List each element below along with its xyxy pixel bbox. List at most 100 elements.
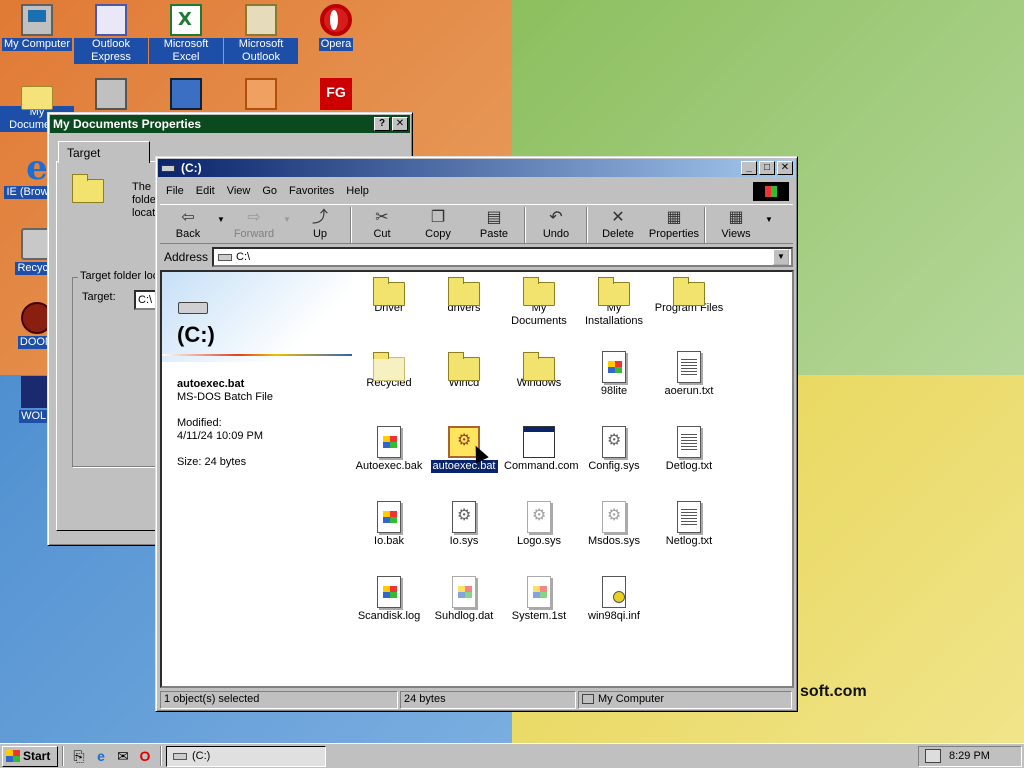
file-label: Command.com bbox=[504, 460, 579, 472]
target-group-title: Target folder loc bbox=[78, 270, 161, 282]
hard-drive-icon bbox=[178, 302, 208, 314]
views-button[interactable]: ▦ Views bbox=[708, 205, 764, 241]
quicklaunch-ie-icon[interactable]: e bbox=[92, 747, 110, 765]
explorer-titlebar[interactable]: (C:) _ □ ✕ bbox=[158, 159, 795, 177]
delete-button[interactable]: ✕ Delete bbox=[590, 205, 646, 241]
desktop-icon-shortcut[interactable] bbox=[149, 78, 223, 112]
undo-button[interactable]: ↶ Undo bbox=[528, 205, 584, 241]
file-item[interactable]: Io.sys bbox=[427, 501, 501, 548]
windows-file-icon bbox=[527, 576, 551, 608]
file-item[interactable]: Io.bak bbox=[352, 501, 426, 548]
quicklaunch-outlook-icon[interactable]: ✉ bbox=[114, 747, 132, 765]
file-item[interactable]: Autoexec.bak bbox=[352, 426, 426, 473]
copy-button[interactable]: ❐ Copy bbox=[410, 205, 466, 241]
back-button[interactable]: ⇦ Back bbox=[160, 205, 216, 241]
explorer-window[interactable]: (C:) _ □ ✕ File Edit View Go Favorites H… bbox=[155, 156, 798, 712]
properties-button[interactable]: ▦ Properties bbox=[646, 205, 702, 241]
address-bar: Address C:\ ▼ bbox=[160, 246, 793, 268]
forward-button[interactable]: ⇨ Forward bbox=[226, 205, 282, 241]
menu-favorites[interactable]: Favorites bbox=[283, 185, 340, 197]
file-item[interactable]: Scandisk.log bbox=[352, 576, 426, 623]
file-item[interactable]: My Documents bbox=[502, 276, 576, 328]
menu-edit[interactable]: Edit bbox=[190, 185, 221, 197]
windows-file-icon bbox=[377, 501, 401, 533]
minimize-button[interactable]: _ bbox=[741, 161, 757, 175]
desktop-icon-excel[interactable]: Microsoft Excel bbox=[149, 4, 223, 64]
windows-file-icon bbox=[377, 576, 401, 608]
taskbar-separator bbox=[62, 746, 64, 766]
file-item[interactable]: My Installations bbox=[577, 276, 651, 328]
address-input[interactable]: C:\ ▼ bbox=[212, 247, 793, 267]
file-item[interactable]: Detlog.txt bbox=[652, 426, 726, 473]
file-item[interactable]: 98lite bbox=[577, 351, 651, 398]
file-item[interactable]: Command.com bbox=[502, 426, 579, 473]
back-dropdown-icon[interactable]: ▼ bbox=[216, 205, 226, 224]
cut-button[interactable]: ✂ Cut bbox=[354, 205, 410, 241]
delete-x-icon: ✕ bbox=[611, 207, 625, 226]
file-item[interactable]: Driver bbox=[352, 276, 426, 315]
file-item[interactable]: System.1st bbox=[502, 576, 576, 623]
folder-icon bbox=[523, 352, 555, 381]
file-item[interactable]: Netlog.txt bbox=[652, 501, 726, 548]
clock[interactable]: 8:29 PM bbox=[949, 750, 990, 762]
file-label: 98lite bbox=[600, 385, 628, 397]
tray-network-icon[interactable] bbox=[925, 749, 941, 763]
desktop-icon-opera[interactable]: Opera bbox=[299, 4, 373, 51]
file-item[interactable]: Recycled bbox=[352, 351, 426, 390]
file-item[interactable]: drivers bbox=[427, 276, 501, 315]
opera-icon bbox=[320, 4, 352, 36]
clipboard-icon: ▤ bbox=[486, 207, 502, 226]
tab-target[interactable]: Target bbox=[58, 141, 150, 163]
views-dropdown-icon[interactable]: ▼ bbox=[764, 205, 774, 224]
file-item[interactable]: Windows bbox=[502, 351, 576, 390]
menu-file[interactable]: File bbox=[160, 185, 190, 197]
properties-titlebar[interactable]: My Documents Properties ? ✕ bbox=[50, 115, 410, 133]
menu-view[interactable]: View bbox=[221, 185, 257, 197]
menu-go[interactable]: Go bbox=[256, 185, 283, 197]
paste-button[interactable]: ▤ Paste bbox=[466, 205, 522, 241]
file-label: Netlog.txt bbox=[665, 535, 713, 547]
desktop-icon-my-computer[interactable]: My Computer bbox=[0, 4, 74, 51]
file-label: Msdos.sys bbox=[588, 535, 640, 547]
file-item[interactable]: Suhdlog.dat bbox=[427, 576, 501, 623]
quicklaunch-opera-icon[interactable]: O bbox=[136, 747, 154, 765]
file-item[interactable]: Wincd bbox=[427, 351, 501, 390]
file-size: Size: 24 bytes bbox=[177, 456, 247, 468]
windows-file-icon bbox=[452, 576, 476, 608]
address-dropdown-icon[interactable]: ▼ bbox=[773, 249, 789, 265]
file-label: Scandisk.log bbox=[357, 610, 421, 622]
quicklaunch-desktop-icon[interactable]: ⎘ bbox=[70, 747, 88, 765]
close-button[interactable]: ✕ bbox=[392, 117, 408, 131]
folder-icon bbox=[448, 352, 480, 381]
close-button[interactable]: ✕ bbox=[777, 161, 793, 175]
desktop-icon-presentation[interactable] bbox=[224, 78, 298, 112]
menu-bar: File Edit View Go Favorites Help bbox=[160, 181, 793, 201]
desktop-icon-outlook[interactable]: Microsoft Outlook bbox=[224, 4, 298, 64]
maximize-button[interactable]: □ bbox=[759, 161, 775, 175]
file-label: Detlog.txt bbox=[665, 460, 713, 472]
desktop-icon-fg[interactable]: FG bbox=[299, 78, 373, 112]
start-button[interactable]: Start bbox=[2, 745, 58, 767]
status-size: 24 bytes bbox=[400, 691, 576, 709]
file-item[interactable]: Logo.sys bbox=[502, 501, 576, 548]
forward-dropdown-icon[interactable]: ▼ bbox=[282, 205, 292, 224]
file-item[interactable]: autoexec.bat bbox=[427, 426, 501, 473]
file-item[interactable]: win98qi.inf bbox=[577, 576, 651, 623]
desktop-icon-outlook-express[interactable]: Outlook Express bbox=[74, 4, 148, 64]
fg-app-icon: FG bbox=[320, 78, 352, 110]
folder-content[interactable]: (C:) autoexec.bat MS-DOS Batch File Modi… bbox=[160, 270, 794, 688]
up-button[interactable]: ⤴ Up bbox=[292, 205, 348, 241]
file-item[interactable]: Config.sys bbox=[577, 426, 651, 473]
desktop-icon-network[interactable] bbox=[74, 78, 148, 112]
folder-icon bbox=[448, 277, 480, 306]
help-button[interactable]: ? bbox=[374, 117, 390, 131]
file-item[interactable]: Program Files bbox=[652, 276, 726, 315]
desktop-icon-label: Microsoft Outlook bbox=[224, 38, 298, 64]
file-item[interactable]: aoerun.txt bbox=[652, 351, 726, 398]
file-label: aoerun.txt bbox=[664, 385, 714, 397]
windows-logo-icon bbox=[6, 750, 20, 762]
toolbar-separator bbox=[524, 207, 526, 243]
taskbar-item-explorer[interactable]: (C:) bbox=[166, 745, 326, 767]
file-item[interactable]: Msdos.sys bbox=[577, 501, 651, 548]
menu-help[interactable]: Help bbox=[340, 185, 375, 197]
